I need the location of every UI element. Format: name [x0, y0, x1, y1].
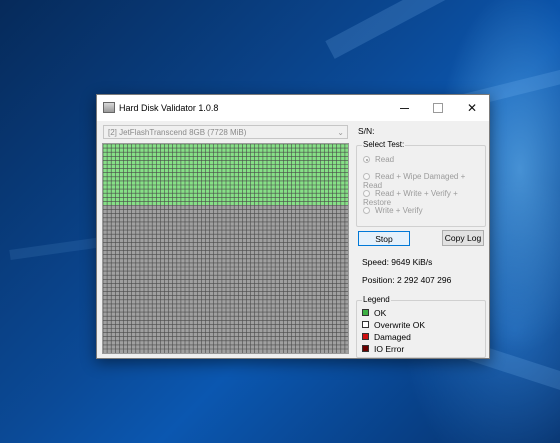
title-bar[interactable]: Hard Disk Validator 1.0.8 ✕ — [97, 95, 489, 121]
legend-item-overwrite-ok: Overwrite OK — [362, 320, 425, 330]
copy-log-button[interactable]: Copy Log — [442, 230, 484, 246]
select-test-group: Select Test: Read Read + Wipe Damaged + … — [356, 140, 486, 227]
maximize-icon — [433, 103, 443, 113]
radio-label: Read — [375, 155, 395, 164]
legend-item-damaged: Damaged — [362, 332, 411, 342]
drive-select[interactable]: [2] JetFlashTranscend 8GB (7728 MiB) ⌄ — [103, 125, 348, 139]
serial-number-label: S/N: — [358, 126, 375, 136]
wallpaper-ray — [325, 0, 560, 59]
legend-item-ok: OK — [362, 308, 386, 318]
legend-item-io-error: IO Error — [362, 344, 404, 354]
disk-icon — [103, 102, 115, 113]
select-test-title: Select Test: — [362, 140, 406, 149]
radio-icon — [363, 156, 370, 163]
radio-read-write-verify-restore[interactable]: Read + Write + Verify + Restore — [363, 189, 485, 207]
block-map-canvas — [103, 144, 348, 353]
radio-icon — [363, 173, 370, 180]
radio-label: Read + Write + Verify + Restore — [363, 189, 458, 207]
minimize-icon — [399, 107, 409, 109]
position-readout: Position: 2 292 407 296 — [362, 275, 452, 285]
legend-swatch — [362, 309, 369, 316]
radio-icon — [363, 207, 370, 214]
legend-swatch — [362, 345, 369, 352]
minimize-button[interactable] — [387, 95, 421, 121]
close-button[interactable]: ✕ — [455, 95, 489, 121]
speed-readout: Speed: 9649 KiB/s — [362, 257, 433, 267]
radio-label: Write + Verify — [375, 206, 423, 215]
radio-icon — [363, 190, 370, 197]
legend-swatch — [362, 333, 369, 340]
chevron-down-icon: ⌄ — [337, 128, 344, 137]
stop-button[interactable]: Stop — [358, 231, 410, 246]
radio-write-verify[interactable]: Write + Verify — [363, 206, 423, 215]
drive-select-value: [2] JetFlashTranscend 8GB (7728 MiB) — [108, 128, 247, 137]
legend-title: Legend — [362, 295, 391, 304]
window-title: Hard Disk Validator 1.0.8 — [119, 103, 219, 113]
close-icon: ✕ — [466, 101, 478, 115]
legend-swatch — [362, 321, 369, 328]
block-map — [102, 143, 349, 354]
app-window: Hard Disk Validator 1.0.8 ✕ [2] JetFlash… — [96, 94, 490, 359]
legend-group: Legend OK Overwrite OK Damaged IO Error — [356, 295, 486, 358]
radio-read-wipe-read[interactable]: Read + Wipe Damaged + Read — [363, 172, 485, 190]
radio-read[interactable]: Read — [363, 155, 394, 164]
radio-label: Read + Wipe Damaged + Read — [363, 172, 466, 190]
maximize-button[interactable] — [421, 95, 455, 121]
